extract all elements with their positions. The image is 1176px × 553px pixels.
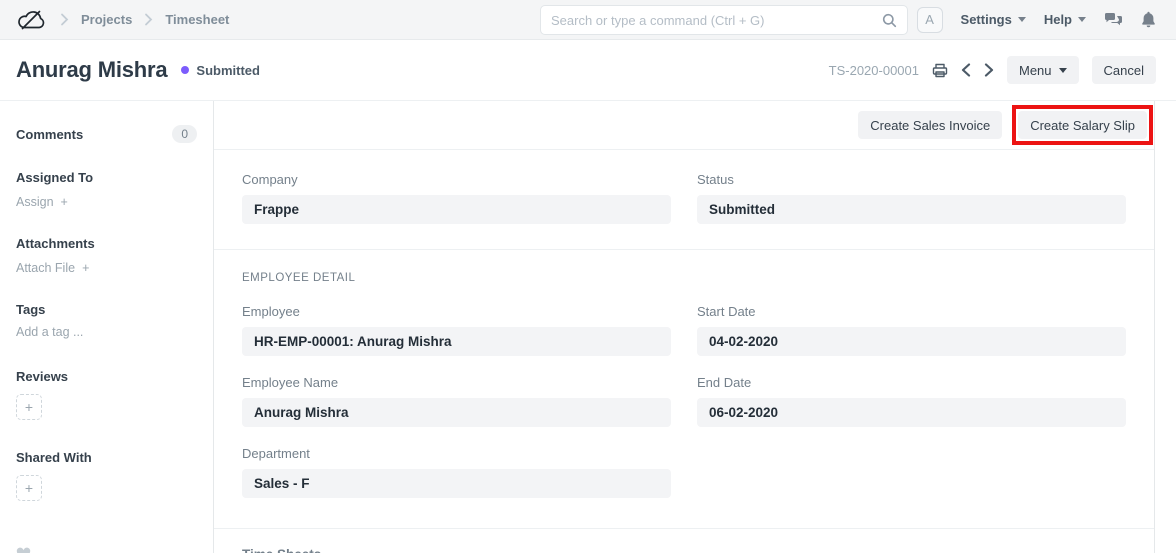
overview-section: Company Frappe Status Submitted (214, 150, 1154, 250)
shared-with-heading: Shared With (16, 450, 197, 465)
breadcrumb-timesheet[interactable]: Timesheet (165, 12, 229, 27)
employee-label: Employee (242, 304, 671, 319)
top-navbar: Projects Timesheet A Settings Help (0, 0, 1176, 40)
page-title: Anurag Mishra (16, 57, 167, 83)
reviews-heading: Reviews (16, 369, 197, 384)
assigned-to-heading: Assigned To (16, 170, 197, 185)
status-label: Status (697, 172, 1126, 187)
search-input[interactable] (551, 13, 882, 28)
page-actions: TS-2020-00001 Menu Cancel (829, 56, 1156, 84)
highlight-box: Create Salary Slip (1012, 105, 1153, 145)
employee-name-field: Employee Name Anurag Mishra (242, 375, 671, 427)
company-field: Company Frappe (242, 172, 671, 224)
employee-detail-heading: Employee Detail (242, 272, 1126, 284)
employee-field: Employee HR-EMP-00001: Anurag Mishra (242, 304, 671, 356)
form-main: Create Sales Invoice Create Salary Slip … (213, 101, 1155, 553)
time-sheets-section: Time Sheets (214, 529, 1154, 553)
employee-input[interactable]: HR-EMP-00001: Anurag Mishra (242, 327, 671, 356)
end-date-field: End Date 06-02-2020 (697, 375, 1126, 427)
department-label: Department (242, 446, 671, 461)
company-input[interactable]: Frappe (242, 195, 671, 224)
breadcrumb-projects[interactable]: Projects (81, 12, 132, 27)
add-share-button[interactable]: + (16, 475, 42, 501)
like-heart-icon[interactable] (16, 547, 197, 553)
breadcrumb: Projects Timesheet (60, 12, 229, 27)
search-icon (882, 13, 897, 28)
add-tag-input[interactable]: Add a tag ... (16, 325, 197, 339)
avatar[interactable]: A (917, 7, 943, 33)
attach-file-button[interactable]: Attach File + (16, 261, 197, 275)
settings-label: Settings (961, 12, 1012, 27)
plus-icon: + (82, 261, 89, 275)
chevron-down-icon (1018, 17, 1026, 22)
help-menu[interactable]: Help (1044, 12, 1086, 27)
status-field: Status Submitted (697, 172, 1126, 224)
previous-document-icon[interactable] (961, 63, 971, 77)
attachments-heading: Attachments (16, 236, 197, 251)
print-icon[interactable] (932, 63, 948, 78)
tags-heading: Tags (16, 302, 197, 317)
start-date-label: Start Date (697, 304, 1126, 319)
status-indicator-label: Submitted (196, 63, 260, 78)
content-area: Comments 0 Assigned To Assign + Attachme… (0, 101, 1176, 553)
chevron-right-icon (144, 13, 153, 26)
time-sheets-heading: Time Sheets (242, 547, 1126, 553)
end-date-label: End Date (697, 375, 1126, 390)
notifications-bell-icon[interactable] (1141, 11, 1156, 28)
comments-count-badge: 0 (172, 125, 197, 143)
create-salary-slip-button[interactable]: Create Salary Slip (1018, 111, 1147, 139)
add-review-button[interactable]: + (16, 394, 42, 420)
menu-button[interactable]: Menu (1007, 56, 1079, 84)
attach-file-label: Attach File (16, 261, 75, 275)
company-label: Company (242, 172, 671, 187)
next-document-icon[interactable] (984, 63, 994, 77)
chevron-right-icon (60, 13, 69, 26)
department-input[interactable]: Sales - F (242, 469, 671, 498)
employee-name-label: Employee Name (242, 375, 671, 390)
status-input[interactable]: Submitted (697, 195, 1126, 224)
assign-button[interactable]: Assign + (16, 195, 197, 209)
start-date-input[interactable]: 04-02-2020 (697, 327, 1126, 356)
start-date-field: Start Date 04-02-2020 (697, 304, 1126, 356)
plus-icon: + (61, 195, 68, 209)
settings-menu[interactable]: Settings (961, 12, 1026, 27)
status-dot-icon (181, 66, 189, 74)
comments-label: Comments (16, 127, 83, 142)
global-search (540, 5, 908, 35)
create-sales-invoice-button[interactable]: Create Sales Invoice (858, 111, 1002, 139)
document-id: TS-2020-00001 (829, 63, 919, 78)
sidebar-item-comments[interactable]: Comments 0 (16, 125, 197, 143)
page-head: Anurag Mishra Submitted TS-2020-00001 Me… (0, 40, 1176, 101)
employee-detail-section: Employee Detail Employee HR-EMP-00001: A… (214, 250, 1154, 529)
help-label: Help (1044, 12, 1072, 27)
department-field: Department Sales - F (242, 446, 671, 498)
assign-label: Assign (16, 195, 54, 209)
cancel-button[interactable]: Cancel (1092, 56, 1156, 84)
form-sidebar: Comments 0 Assigned To Assign + Attachme… (0, 101, 213, 553)
end-date-input[interactable]: 06-02-2020 (697, 398, 1126, 427)
chevron-down-icon (1078, 17, 1086, 22)
status-indicator: Submitted (181, 63, 260, 78)
form-action-row: Create Sales Invoice Create Salary Slip (214, 101, 1154, 150)
navbar-right: A Settings Help (917, 7, 1156, 33)
chevron-down-icon (1059, 68, 1067, 73)
employee-name-input[interactable]: Anurag Mishra (242, 398, 671, 427)
frappe-cloud-logo-icon[interactable] (16, 8, 46, 31)
menu-button-label: Menu (1019, 63, 1052, 78)
announcements-icon[interactable] (1104, 12, 1123, 28)
